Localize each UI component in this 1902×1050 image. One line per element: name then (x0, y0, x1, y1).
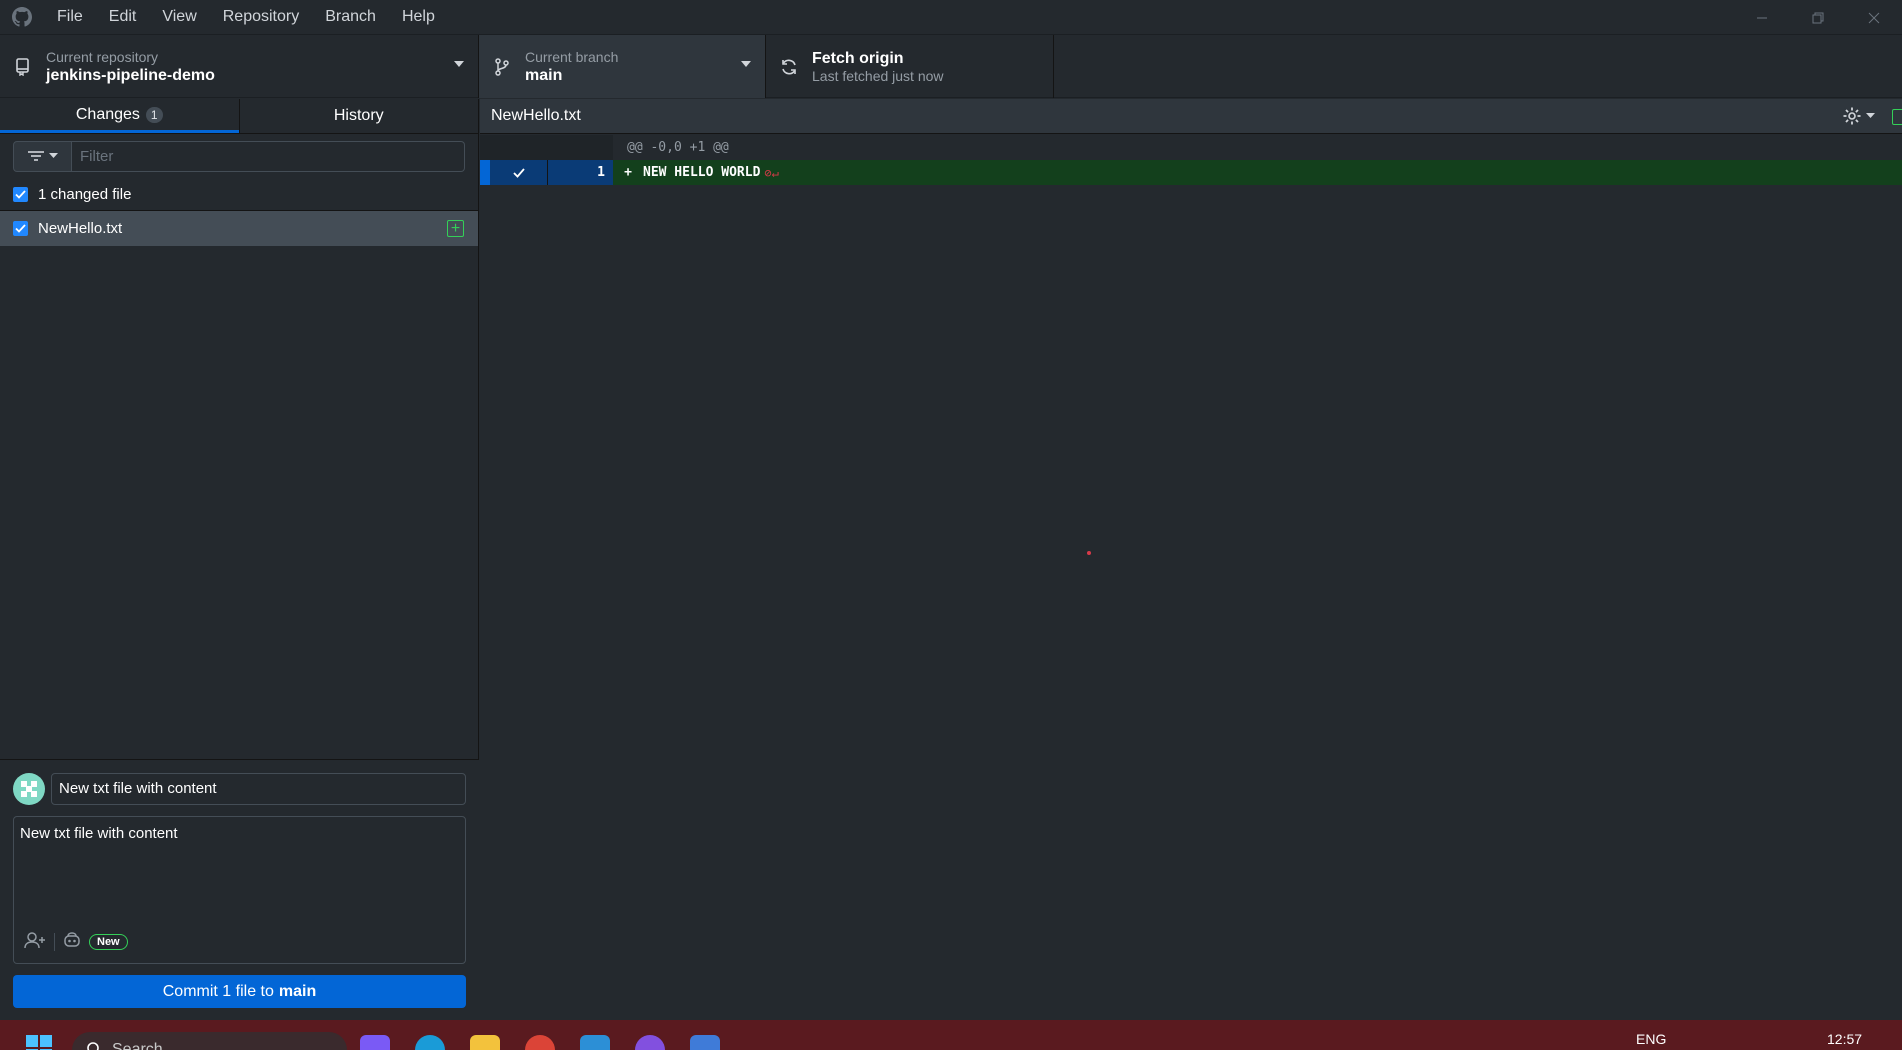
file-include-checkbox[interactable] (13, 221, 28, 236)
file-added-icon: + (447, 220, 464, 237)
taskbar: Search ENG 12:57 (0, 1020, 1902, 1050)
commit-button[interactable]: Commit 1 file to main (13, 975, 466, 1008)
sidebar-tabs: Changes 1 History (0, 99, 478, 134)
file-explorer-icon[interactable] (470, 1035, 500, 1050)
chrome-app-icon[interactable] (525, 1035, 555, 1050)
window-controls (1734, 0, 1902, 35)
vscode-app-icon[interactable] (580, 1035, 610, 1050)
menu-help[interactable]: Help (389, 0, 448, 35)
check-icon (15, 189, 26, 199)
file-name: NewHello.txt (38, 220, 123, 237)
check-icon (512, 167, 525, 178)
divider (54, 933, 55, 951)
no-newline-icon: ⊘↵ (764, 165, 779, 180)
minimize-button[interactable] (1734, 0, 1790, 35)
search-icon (87, 1042, 99, 1050)
chevron-down-icon (49, 153, 58, 158)
restore-button[interactable] (1790, 0, 1846, 35)
diff-file-name: NewHello.txt (491, 107, 581, 124)
copilot-icon[interactable] (63, 932, 81, 952)
menu-branch[interactable]: Branch (312, 0, 389, 35)
fetch-origin-button[interactable]: Fetch origin Last fetched just now (766, 35, 1054, 98)
chevron-down-icon (1866, 113, 1875, 118)
file-list-item[interactable]: NewHello.txt + (0, 211, 478, 246)
file-added-icon (1892, 109, 1902, 125)
fetch-origin-status: Last fetched just now (812, 67, 944, 84)
taskbar-search[interactable]: Search (72, 1032, 347, 1050)
language-indicator[interactable]: ENG (1636, 1031, 1666, 1047)
app-icon[interactable] (690, 1035, 720, 1050)
filter-options-button[interactable] (13, 140, 72, 172)
added-line-marker: + (624, 165, 632, 180)
gear-icon (1843, 107, 1861, 125)
taskbar-search-placeholder: Search (112, 1041, 163, 1050)
commit-button-branch: main (278, 982, 317, 1000)
menu-edit[interactable]: Edit (96, 0, 150, 35)
copilot-app-icon[interactable] (360, 1035, 390, 1050)
edge-app-icon[interactable] (415, 1035, 445, 1050)
current-repository-button[interactable]: Current repository jenkins-pipeline-demo (0, 35, 479, 98)
line-number: 1 (547, 160, 613, 185)
tab-changes[interactable]: Changes 1 (0, 99, 239, 133)
hunk-header-text: @@ -0,0 +1 @@ (627, 140, 729, 155)
chevron-down-icon (454, 61, 464, 67)
github-logo-icon (0, 0, 44, 35)
minimize-icon (1757, 17, 1767, 18)
commit-summary-input[interactable] (51, 772, 466, 805)
title-bar: File Edit View Repository Branch Help (0, 0, 1902, 35)
tab-changes-label: Changes (75, 105, 140, 123)
filter-input[interactable] (72, 140, 465, 172)
select-all-row[interactable]: 1 changed file (0, 178, 478, 211)
toolbar: Current repository jenkins-pipeline-demo… (0, 35, 1902, 98)
add-coauthor-icon[interactable] (24, 931, 46, 953)
commit-area: New Commit 1 file to main (0, 759, 479, 1021)
sync-icon (766, 58, 812, 76)
current-repository-name: jenkins-pipeline-demo (46, 66, 215, 84)
chevron-down-icon (741, 61, 751, 67)
clock[interactable]: 12:57 (1827, 1031, 1862, 1047)
tab-history[interactable]: History (238, 99, 479, 133)
diff-settings-button[interactable] (1842, 106, 1875, 126)
line-selection-bar[interactable] (480, 160, 490, 185)
current-branch-label: Current branch (525, 48, 619, 65)
commit-description-box[interactable]: New (13, 816, 466, 964)
line-include-toggle[interactable] (490, 160, 547, 185)
hunk-gutter (480, 135, 613, 160)
close-icon (1868, 12, 1880, 23)
new-badge: New (89, 934, 128, 950)
avatar (13, 772, 45, 805)
restore-icon (1812, 12, 1824, 23)
branch-icon (479, 57, 525, 76)
repo-icon (0, 57, 46, 76)
added-line-text: NEW HELLO WORLD (643, 165, 761, 180)
close-button[interactable] (1846, 0, 1902, 35)
changes-count-badge: 1 (145, 106, 163, 123)
description-actions: New (24, 931, 128, 953)
windows-start-icon[interactable] (26, 1035, 52, 1050)
diff-added-line[interactable]: 1 + NEW HELLO WORLD ⊘↵ (480, 160, 1902, 185)
commit-summary-row (13, 772, 466, 805)
commit-button-label: Commit 1 file to (162, 982, 274, 1000)
filter-row (0, 134, 478, 178)
tab-history-label: History (333, 107, 384, 124)
filter-icon (28, 151, 44, 161)
diff-header: NewHello.txt (480, 99, 1902, 134)
commit-description-input[interactable] (20, 825, 460, 905)
cursor-dot (1087, 551, 1091, 555)
menu-repository[interactable]: Repository (210, 0, 312, 35)
menu-view[interactable]: View (149, 0, 209, 35)
select-all-checkbox[interactable] (13, 186, 28, 202)
fetch-origin-title: Fetch origin (812, 49, 904, 67)
hunk-header-line: @@ -0,0 +1 @@ (480, 135, 1902, 160)
current-repository-label: Current repository (46, 48, 159, 65)
changed-files-count: 1 changed file (38, 185, 132, 203)
menu-file[interactable]: File (44, 0, 96, 35)
check-icon (15, 224, 26, 233)
diff-view: @@ -0,0 +1 @@ 1 + NEW HELLO WORLD ⊘↵ (480, 135, 1902, 1020)
github-desktop-app-icon[interactable] (635, 1035, 665, 1050)
current-branch-name: main (525, 66, 563, 84)
current-branch-button[interactable]: Current branch main (479, 35, 766, 98)
